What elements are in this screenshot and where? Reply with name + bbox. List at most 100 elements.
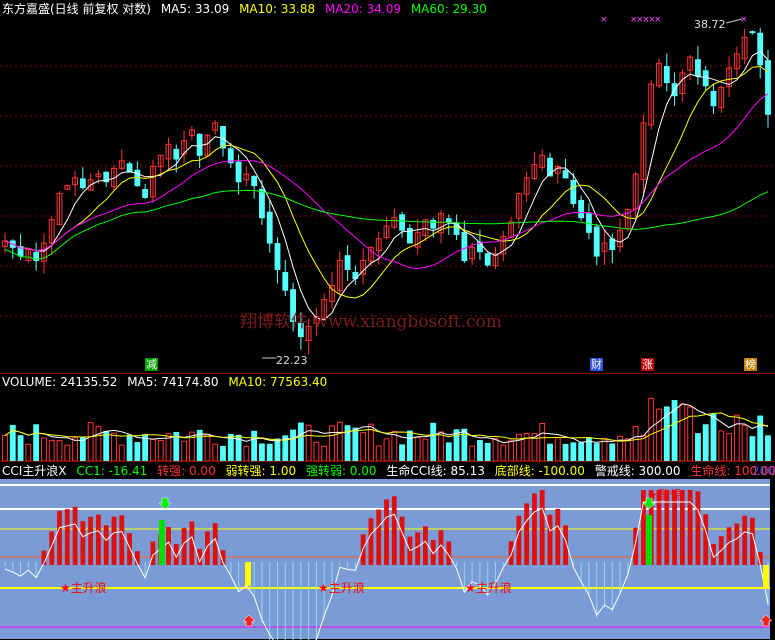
volume-bar xyxy=(484,442,491,462)
cci-up-bar xyxy=(384,499,389,565)
event-tag-rise[interactable]: 涨 xyxy=(641,358,654,371)
candle-body xyxy=(142,189,149,198)
ma60-readout: MA60: 29.30 xyxy=(410,2,487,16)
candle-body xyxy=(663,66,670,84)
event-tag-rank[interactable]: 榜 xyxy=(744,358,757,371)
cci-up-bar xyxy=(88,516,94,565)
candle-body xyxy=(461,231,468,262)
candle-body xyxy=(259,188,265,219)
volume-bar xyxy=(56,439,63,462)
candle-body xyxy=(79,178,86,189)
volume-bar xyxy=(406,430,413,462)
candle-body xyxy=(695,59,701,77)
volume-bar xyxy=(79,437,86,462)
life-cci-readout: 生命CCI线: 85.13 xyxy=(386,464,485,478)
star-label-3: ★主升浪 xyxy=(465,581,512,595)
cc1-readout: CC1: -16.41 xyxy=(76,464,148,478)
cci-up-bar xyxy=(423,526,428,565)
candle-body xyxy=(266,211,273,244)
cci-up-bar xyxy=(103,525,109,565)
cci-panel[interactable]: CCI主升浪X CC1: -16.41 转强: 0.00 弱转强: 1.00 强… xyxy=(0,461,775,640)
cci-up-bar xyxy=(532,493,537,565)
volume-bar xyxy=(259,443,265,462)
volume-bar xyxy=(578,442,585,462)
cross-marker: × xyxy=(600,15,608,25)
cci-up-bar xyxy=(80,521,86,565)
volume-bar xyxy=(181,440,187,462)
cci-up-bar xyxy=(399,516,405,565)
warn-line-readout: 警戒线: 300.00 xyxy=(594,464,681,478)
volume-bar xyxy=(266,443,273,462)
volume-bar xyxy=(632,426,639,462)
event-tag-reduce[interactable]: 减 xyxy=(145,358,158,371)
volume-ma10-readout: MA10: 77563.40 xyxy=(228,375,328,389)
candle-body xyxy=(484,253,491,266)
volume-bar xyxy=(321,445,328,462)
qz-readout: 转强: 0.00 xyxy=(157,464,216,478)
candle-body xyxy=(562,170,569,179)
volume-bar xyxy=(2,434,8,462)
candle-body xyxy=(399,214,405,231)
volume-bar xyxy=(624,438,631,462)
volume-bar xyxy=(695,433,701,462)
volume-bar xyxy=(492,437,499,462)
volume-bar xyxy=(157,439,164,462)
cci-up-bar xyxy=(111,516,117,565)
volume-bar xyxy=(741,424,748,462)
cci-up-bar xyxy=(57,510,62,565)
volume-bar xyxy=(702,424,709,462)
volume-bar xyxy=(134,442,141,462)
candle-body xyxy=(757,32,764,66)
cci-up-bar xyxy=(555,508,561,565)
cci-up-bar xyxy=(64,509,70,565)
cci-yellow-signal xyxy=(245,562,251,586)
cross-marker: × xyxy=(740,15,748,25)
cci-up-bar xyxy=(72,506,78,565)
cci-up-bar xyxy=(524,503,530,565)
volume-bar xyxy=(765,435,771,462)
candle-body xyxy=(765,60,771,115)
volume-bar xyxy=(757,415,764,462)
volume-bar xyxy=(445,442,452,462)
cci-up-bar xyxy=(415,532,421,565)
cci-up-bar xyxy=(96,514,101,565)
volume-bar xyxy=(352,427,359,462)
volume-bar xyxy=(710,414,717,462)
volume-bar xyxy=(274,438,281,462)
cci-up-bar xyxy=(49,531,55,565)
cci-up-bar xyxy=(368,518,374,565)
star-label-1: ★主升浪 xyxy=(60,581,107,595)
cci-up-bar xyxy=(391,496,397,565)
volume-bar xyxy=(111,432,117,462)
volume-bar xyxy=(733,414,740,462)
volume-panel[interactable]: VOLUME: 24135.52 MA5: 74174.80 MA10: 775… xyxy=(0,373,775,462)
volume-bar xyxy=(313,441,320,462)
volume-bar xyxy=(33,424,40,462)
volume-bar xyxy=(383,438,390,462)
volume-bar xyxy=(118,444,125,462)
candle-body xyxy=(430,219,437,229)
volume-bar xyxy=(72,437,78,462)
candle-body xyxy=(702,70,709,87)
volume-bar xyxy=(41,437,47,462)
cci-up-bar xyxy=(711,544,716,565)
volume-bar xyxy=(726,433,732,462)
volume-bar xyxy=(25,443,32,462)
cci-up-bar xyxy=(127,533,132,565)
star-label-2: ★主升浪 xyxy=(318,581,365,595)
volume-header: VOLUME: 24135.52 MA5: 74174.80 MA10: 775… xyxy=(2,375,333,390)
rzq-readout: 弱转强: 1.00 xyxy=(225,464,297,478)
cci-up-bar xyxy=(516,515,522,565)
candle-body xyxy=(173,148,180,160)
volume-bar xyxy=(547,443,553,462)
volume-bar xyxy=(204,433,211,462)
candle-body xyxy=(251,176,258,187)
volume-bar xyxy=(220,445,226,462)
volume-bar xyxy=(500,444,507,462)
volume-bar xyxy=(609,443,616,462)
volume-bar xyxy=(718,430,725,462)
cci-green-signal xyxy=(159,520,165,565)
event-tag-finance[interactable]: 财 xyxy=(590,358,603,371)
volume-bar xyxy=(469,445,476,462)
cci-up-bar xyxy=(205,531,210,565)
